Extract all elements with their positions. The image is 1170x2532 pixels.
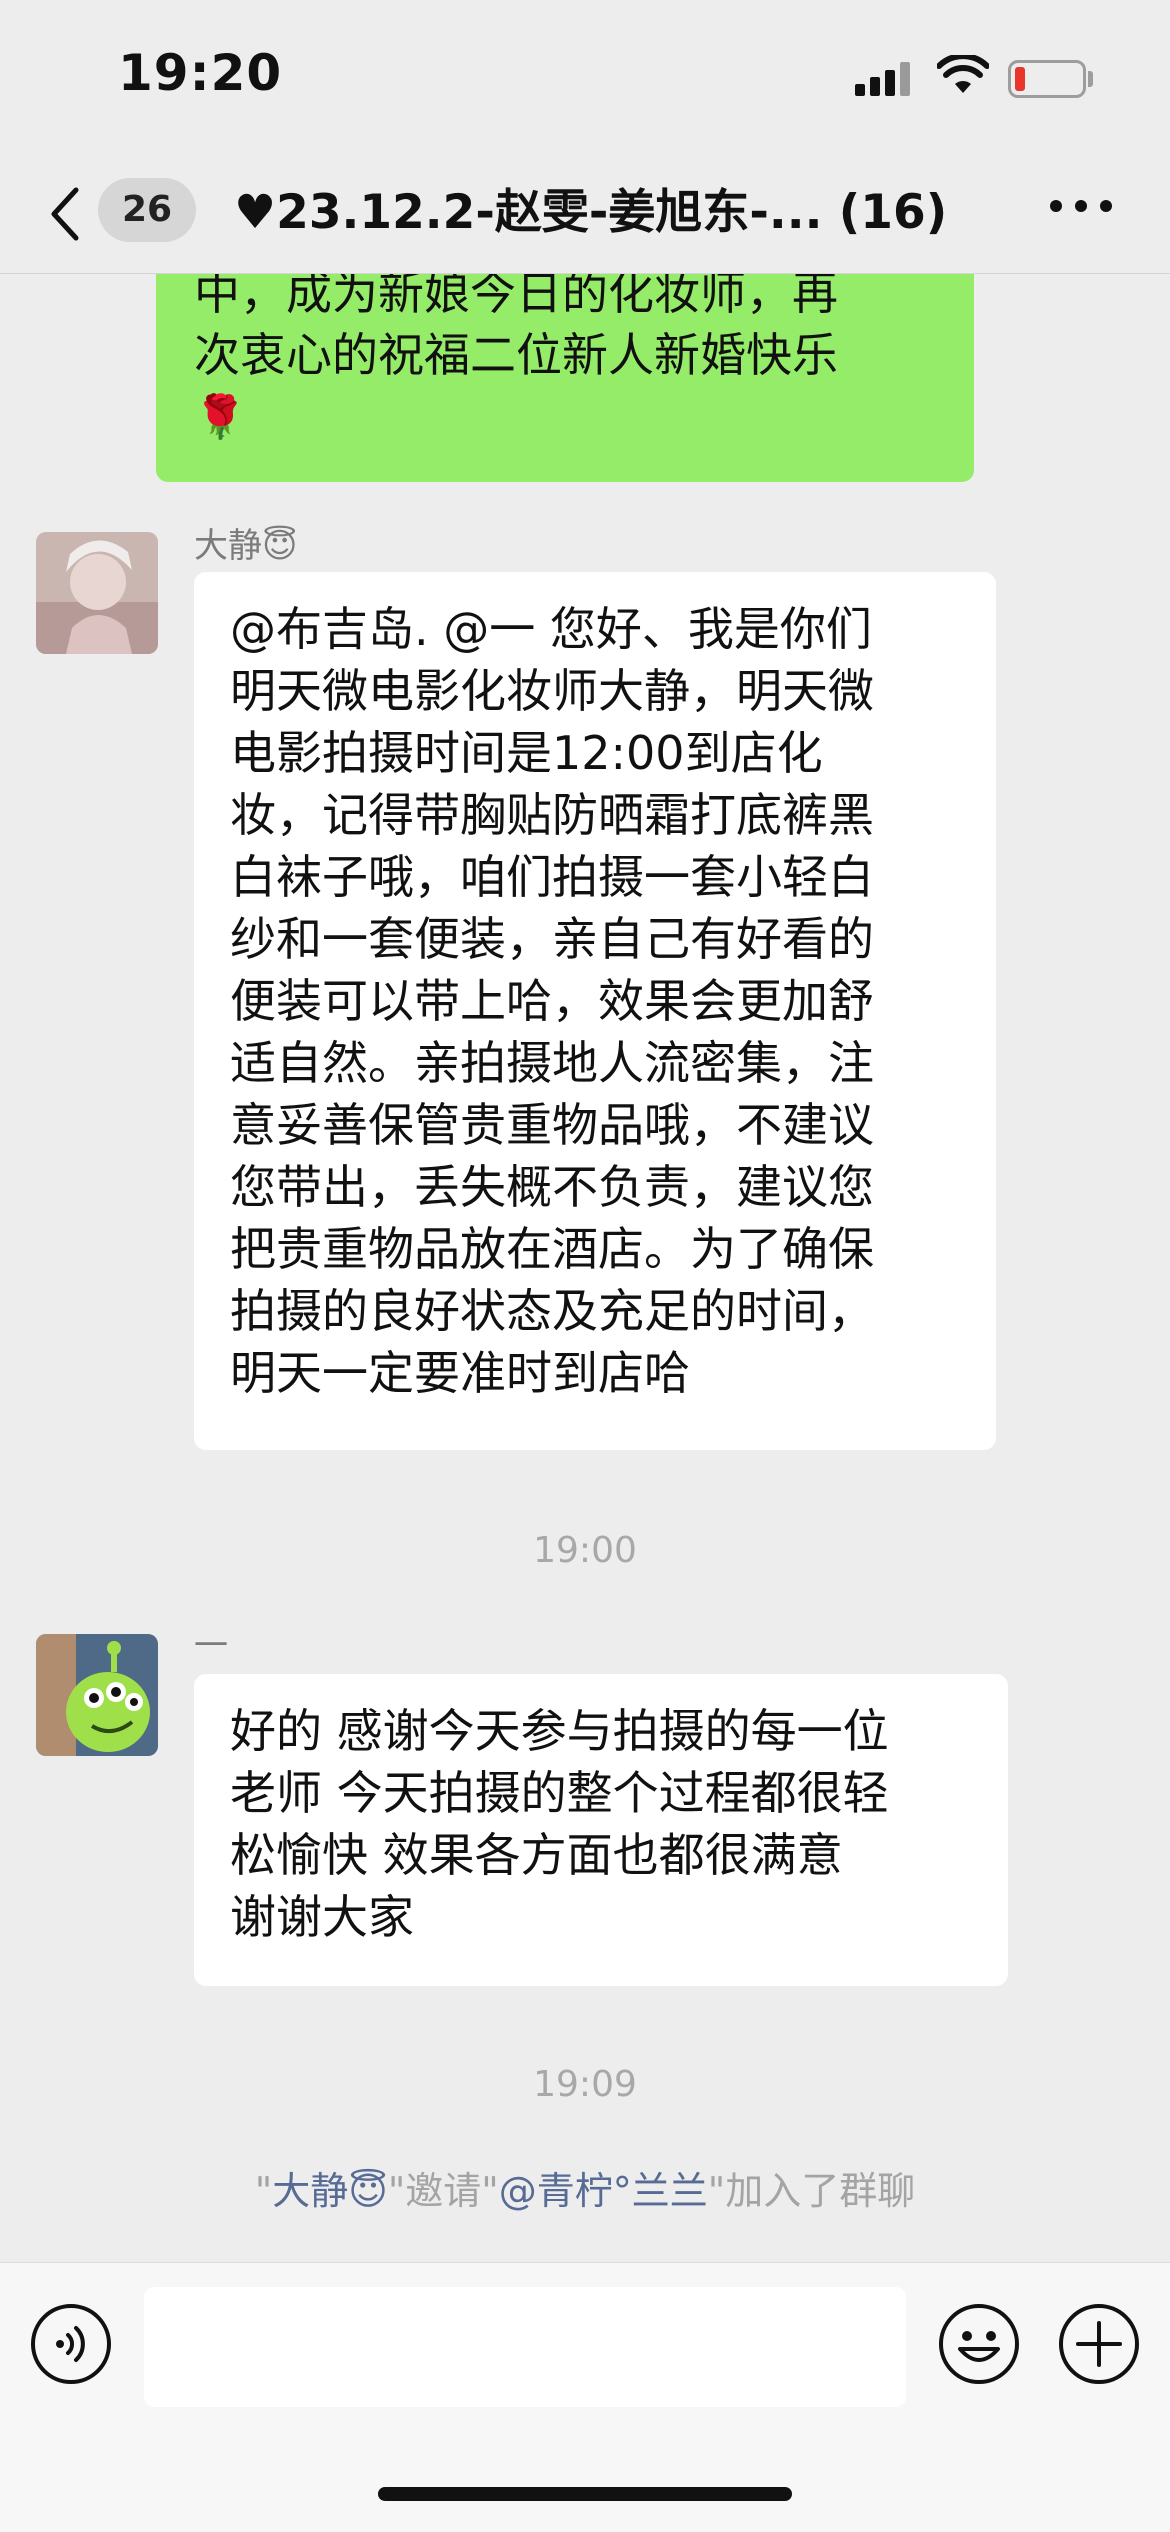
rose-emoji: 🌹 <box>194 392 247 441</box>
message-line: 老师 今天拍摄的整个过程都很轻 <box>230 1766 889 1820</box>
message-line: 纱和一套便装，亲自己有好看的 <box>230 912 874 966</box>
message-line: 明天一定要准时到店哈 <box>230 1346 690 1400</box>
message-line: 松愉快 效果各方面也都很满意 <box>230 1828 843 1882</box>
system-text: "加入了群聊 <box>707 2169 916 2213</box>
avatar[interactable] <box>36 1634 158 1756</box>
message-line: 白袜子哦，咱们拍摄一套小轻白 <box>230 850 874 904</box>
more-dots-icon[interactable] <box>1050 200 1112 220</box>
message-line: 意妥善保管贵重物品哦，不建议 <box>230 1098 874 1152</box>
smiley-icon[interactable] <box>938 2303 1020 2385</box>
message-line: 把贵重物品放在酒店。为了确保 <box>230 1222 874 1276</box>
avatar-photo <box>36 1634 158 1756</box>
message-line: 次衷心的祝福二位新人新婚快乐 <box>194 328 838 382</box>
status-time: 19:20 <box>118 44 283 102</box>
invitee-name[interactable]: @青柠°兰兰 <box>499 2169 708 2213</box>
system-text: "邀请" <box>387 2169 499 2213</box>
chat-screen: 19:20 26 ♥23.12.2-赵雯-姜旭东-... (16) 中，成为新娘… <box>0 0 1170 2532</box>
message-line: 拍摄的良好状态及充足的时间， <box>230 1284 874 1338</box>
home-indicator[interactable] <box>378 2487 792 2501</box>
message-line: 明天微电影化妆师大静，明天微 <box>230 664 874 718</box>
system-text: " <box>254 2169 273 2213</box>
chevron-left-icon[interactable] <box>46 184 86 244</box>
inviter-name[interactable]: 大静😇 <box>272 2169 388 2213</box>
nav-bar-cover: 26 ♥23.12.2-赵雯-姜旭东-... (16) <box>0 150 1170 274</box>
plus-circle-icon[interactable] <box>1058 2303 1140 2385</box>
message-line: 便装可以带上哈，效果会更加舒 <box>230 974 874 1028</box>
battery-cap <box>1088 71 1093 87</box>
message-line: @布吉岛. @一 您好、我是你们 <box>230 602 872 656</box>
battery-level <box>1015 67 1025 91</box>
chat-title[interactable]: ♥23.12.2-赵雯-姜旭东-... (16) <box>234 178 974 248</box>
battery-icon <box>1008 60 1086 98</box>
sender-name: 大静😇 <box>194 526 298 566</box>
avatar[interactable] <box>36 532 158 654</box>
signal-icon <box>855 62 913 96</box>
message-line: 谢谢大家 <box>230 1890 414 1944</box>
message-line: 妆，记得带胸贴防晒霜打底裤黑 <box>230 788 874 842</box>
message-line: 好的 感谢今天参与拍摄的每一位 <box>230 1704 889 1758</box>
incoming-message-bubble[interactable]: 好的 感谢今天参与拍摄的每一位 老师 今天拍摄的整个过程都很轻 松愉快 效果各方… <box>194 1674 1008 1986</box>
status-bar: 19:20 <box>0 0 1170 150</box>
message-line: 电影拍摄时间是12:00到店化 <box>230 726 823 780</box>
voice-icon[interactable] <box>30 2303 112 2385</box>
message-input[interactable] <box>144 2287 906 2407</box>
avatar-photo <box>36 532 158 654</box>
unread-count-badge[interactable]: 26 <box>98 178 196 242</box>
wifi-icon <box>937 55 989 93</box>
message-line: 您带出，丢失概不负责，建议您 <box>230 1160 874 1214</box>
message-line: 适自然。亲拍摄地人流密集，注 <box>230 1036 874 1090</box>
sender-name: 一 <box>194 1626 228 1666</box>
timestamp: 19:09 <box>533 2064 637 2105</box>
incoming-message-bubble[interactable]: @布吉岛. @一 您好、我是你们 明天微电影化妆师大静，明天微 电影拍摄时间是1… <box>194 572 996 1450</box>
system-message: "大静😇"邀请"@青柠°兰兰"加入了群聊 <box>0 2160 1170 2215</box>
timestamp: 19:00 <box>533 1530 637 1571</box>
